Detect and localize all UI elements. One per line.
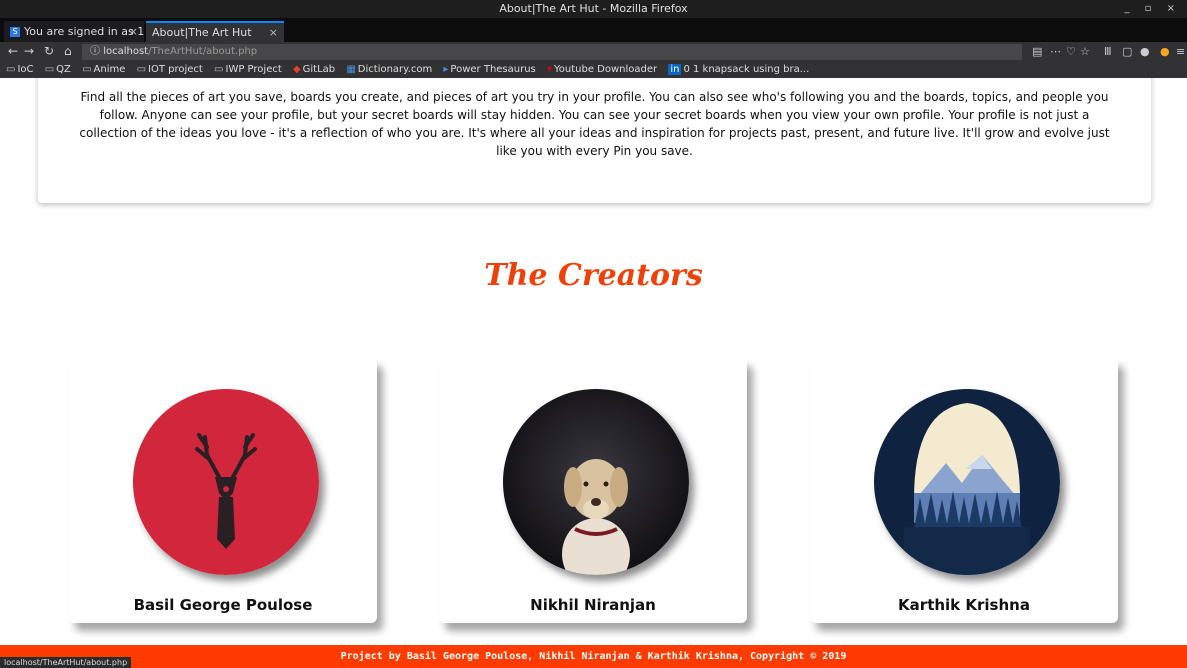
gitlab-icon: ◆ (292, 64, 301, 75)
tab-label: You are signed in as 1761 (24, 25, 144, 38)
bookmarks-toolbar: ▭ IoC ▭ QZ ▭ Anime ▭ IOT project ▭ IWP Projec… (0, 62, 1187, 78)
navigation-bar: ← → ↻ ⌂ ⓘ localhost/TheArtHut/about.php … (0, 42, 1187, 62)
creators-heading: The Creators (484, 258, 703, 293)
sidebar-icon[interactable]: ▢ (1122, 45, 1132, 58)
avatar (133, 389, 319, 575)
window-titlebar: About|The Art Hut - Mozilla Firefox _ ▫ … (0, 0, 1187, 18)
reload-icon[interactable]: ↻ (44, 44, 54, 58)
pocket-icon[interactable]: ♡ (1066, 45, 1076, 58)
url-host: localhost (103, 46, 149, 57)
extension-icon[interactable]: ● (1160, 45, 1170, 58)
creator-name: Basil George Poulose (133, 596, 313, 614)
folder-icon: ▭ (6, 64, 16, 75)
page-footer: Project by Basil George Poulose, Nikhil … (0, 645, 1187, 668)
bookmark-iot-project[interactable]: ▭ IOT project (137, 64, 203, 75)
close-icon[interactable]: × (129, 21, 138, 42)
url-bar[interactable]: ⓘ localhost/TheArtHut/about.php (82, 44, 1022, 60)
thesaurus-icon: ▸ (443, 64, 449, 75)
tab-bar: S You are signed in as 1761 × About|The A… (0, 18, 1187, 56)
bookmark-youtube-downloader[interactable]: ▾ Youtube Downloader (547, 64, 657, 75)
bookmark-star-icon[interactable]: ☆ (1080, 45, 1090, 58)
library-icon[interactable]: Ⅲ (1104, 45, 1112, 58)
reader-icon[interactable]: ▤ (1032, 45, 1042, 58)
creator-card: Nikhil Niranjan (439, 358, 747, 623)
mountain-forest-icon (874, 389, 1060, 575)
window-title: About|The Art Hut - Mozilla Firefox (499, 2, 688, 15)
back-icon[interactable]: ← (8, 44, 18, 58)
deer-logo-icon (133, 389, 319, 575)
page-content: Find all the pieces of art you save, boa… (0, 78, 1187, 668)
about-text: Find all the pieces of art you save, boa… (79, 90, 1110, 158)
creator-card: Karthik Krishna (810, 358, 1118, 623)
url-path: /TheArtHut/about.php (148, 46, 258, 57)
bookmark-knapsack[interactable]: in 0 1 knapsack using bra... (668, 64, 809, 75)
creator-name: Nikhil Niranjan (530, 596, 656, 614)
window-controls[interactable]: _ ▫ × (1124, 0, 1181, 18)
close-icon[interactable]: × (269, 23, 278, 42)
creators-cards: Basil George Poulose Nikhil Niranjan Kar… (0, 358, 1187, 623)
bookmark-power-thesaurus[interactable]: ▸ Power Thesaurus (443, 64, 535, 75)
info-icon[interactable]: ⓘ (90, 46, 100, 57)
bookmark-anime[interactable]: ▭ Anime (82, 64, 125, 75)
linkedin-icon: in (668, 64, 682, 75)
forward-icon[interactable]: → (24, 44, 34, 58)
menu-icon[interactable]: ≡ (1176, 45, 1185, 58)
bookmark-iwp-project[interactable]: ▭ IWP Project (214, 64, 282, 75)
extension-icon[interactable]: ● (1140, 45, 1150, 58)
dictionary-icon: ▦ (346, 64, 356, 75)
tab-signed-in[interactable]: S You are signed in as 1761 × (4, 21, 144, 42)
creator-name: Karthik Krishna (898, 596, 1030, 614)
folder-icon: ▭ (82, 64, 92, 75)
bookmark-qz[interactable]: ▭ QZ (45, 64, 71, 75)
folder-icon: ▭ (136, 64, 147, 75)
creator-card: Basil George Poulose (69, 358, 377, 623)
tab-about[interactable]: About|The Art Hut × (146, 21, 284, 42)
folder-icon: ▭ (44, 64, 55, 75)
tab-favicon: S (10, 27, 20, 37)
home-icon[interactable]: ⌂ (64, 44, 72, 58)
folder-icon: ▭ (214, 64, 224, 75)
bookmark-gitlab[interactable]: ◆ GitLab (293, 64, 335, 75)
youtube-icon: ▾ (546, 64, 552, 75)
dog-photo-icon (503, 389, 689, 575)
avatar (874, 389, 1060, 575)
about-card: Find all the pieces of art you save, boa… (38, 78, 1151, 203)
tab-label: About|The Art Hut (152, 26, 252, 39)
bookmark-dictionary[interactable]: ▦ Dictionary.com (346, 64, 432, 75)
status-bar: localhost/TheArtHut/about.php (0, 657, 132, 668)
bookmark-ioc[interactable]: ▭ IoC (6, 64, 34, 75)
more-icon[interactable]: ⋯ (1050, 45, 1061, 58)
avatar (503, 389, 689, 575)
